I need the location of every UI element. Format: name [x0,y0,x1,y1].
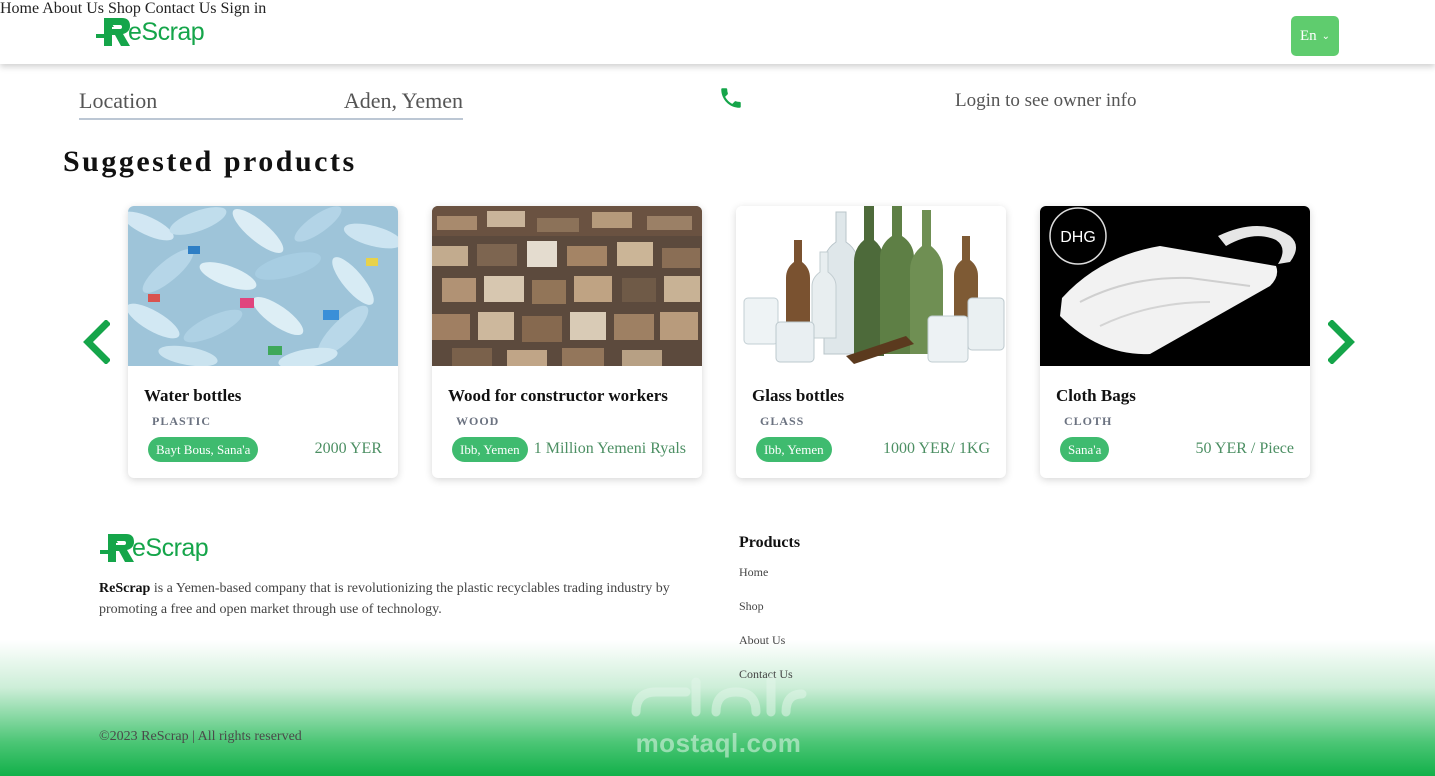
product-name[interactable]: Cloth Bags [1056,386,1136,406]
product-location-badge: Ibb, Yemen [756,437,832,462]
product-image-wood [432,206,702,366]
product-category: WOOD [456,414,500,428]
brand-wordmark: eScrap [128,17,205,46]
product-name[interactable]: Water bottles [144,386,241,406]
product-price: 50 YER / Piece [1195,440,1295,457]
nav-shop[interactable]: Shop [108,0,141,17]
phone-icon [721,88,741,108]
product-location-badge: Bayt Bous, Sana'a [148,437,259,462]
footer-link-about-us[interactable]: About Us [739,633,785,648]
footer-products-heading: Products [739,534,801,551]
company-description: ReScrap is a Yemen-based company that is… [99,578,689,620]
location-value: Aden, Yemen [343,88,463,113]
product-price: 2000 YER [314,440,382,457]
brand-wordmark: eScrap [132,533,209,562]
rescrap-logo-icon [100,534,134,562]
section-title: Suggested products [63,145,357,178]
bag-brand-text: DHG [1060,229,1096,246]
product-card[interactable]: Glass bottles GLASS Ibb, Yemen 1000 YER/… [736,206,1006,478]
product-price: 1000 YER/ 1KG [883,440,990,457]
product-name[interactable]: Glass bottles [752,386,844,406]
product-card[interactable]: Water bottles PLASTIC Bayt Bous, Sana'a … [128,206,398,478]
nav-about-us[interactable]: About Us [42,0,104,17]
copyright-text: ©2023 ReScrap | All rights reserved [99,729,302,744]
product-card[interactable]: DHG Cloth Bags CLOTH Sana'a 50 YER / Pie… [1040,206,1310,478]
product-category: PLASTIC [152,414,212,428]
rescrap-logo-icon [96,18,130,46]
product-location-badge: Sana'a [1060,437,1110,462]
chevron-left-icon[interactable] [80,320,110,364]
company-name: ReScrap [99,581,151,596]
footer-link-home[interactable]: Home [739,565,768,580]
location-field: Location Aden, Yemen [79,86,463,120]
mostaql-watermark: mostaql.com [626,672,811,762]
description-text: is a Yemen-based company that is revolut… [99,581,670,617]
footer-link-shop[interactable]: Shop [739,599,764,614]
nav-contact-us[interactable]: Contact Us [145,0,217,17]
chevron-down-icon: ⌄ [1321,30,1331,42]
owner-info-prompt[interactable]: Login to see owner info [955,90,1137,112]
location-label: Location [79,88,158,113]
product-category: GLASS [760,414,805,428]
chevron-right-icon[interactable] [1328,320,1358,364]
language-value: En [1299,27,1317,44]
language-select[interactable]: En ⌄ [1291,16,1339,56]
site-header: eScrap Home About Us Shop Contact Us Sig… [0,0,1435,64]
product-card[interactable]: Wood for constructor workers WOOD Ibb, Y… [432,206,702,478]
watermark-text: mostaql.com [635,728,802,758]
nav-home[interactable]: Home [0,0,39,17]
watermark-logo-icon [631,675,807,717]
product-price: 1 Million Yemeni Ryals [533,440,686,457]
product-image-cloth-bags: DHG [1040,206,1310,366]
header-logo[interactable]: eScrap [96,16,205,48]
product-image-water-bottles [128,206,398,366]
footer-logo[interactable]: eScrap [100,532,209,564]
product-name[interactable]: Wood for constructor workers [448,386,668,406]
sign-in-link[interactable]: Sign in [220,0,266,17]
product-category: CLOTH [1064,414,1113,428]
product-location-badge: Ibb, Yemen [452,437,528,462]
product-image-glass-bottles [736,206,1006,366]
